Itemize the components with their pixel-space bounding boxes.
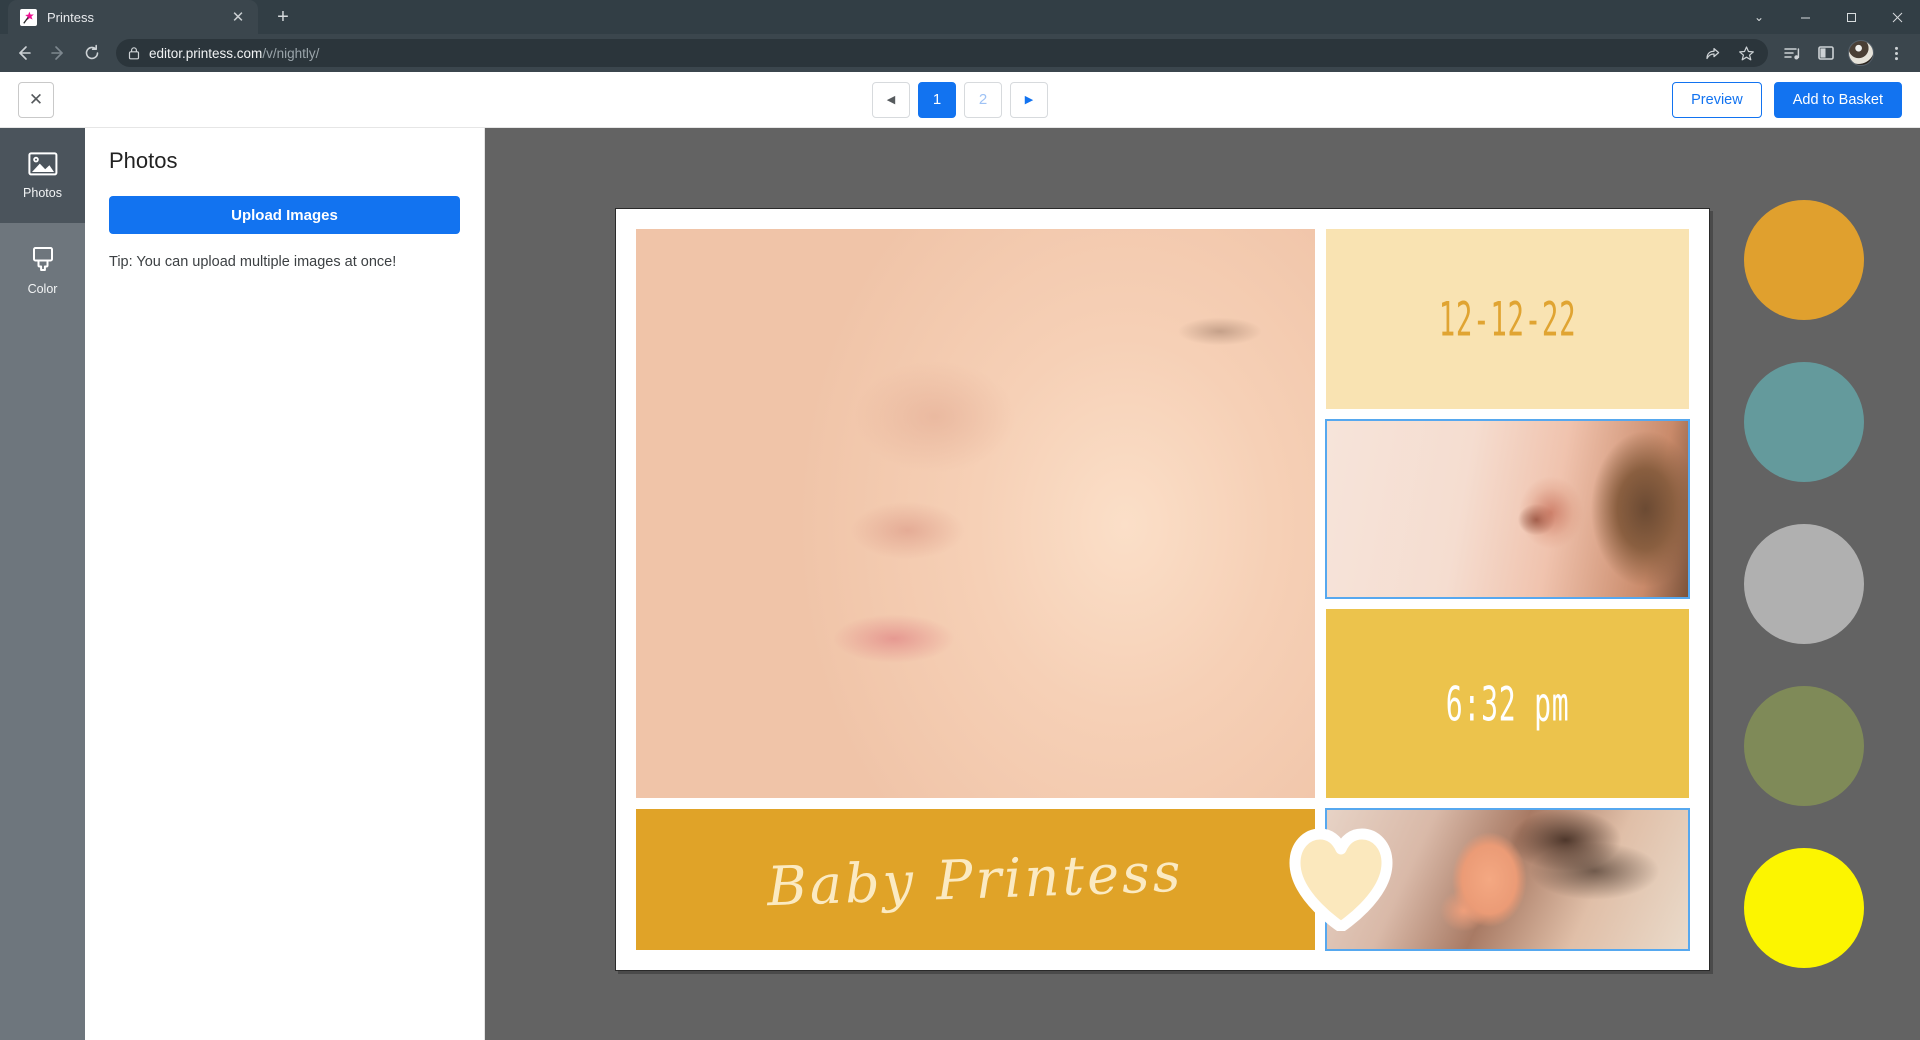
- design-canvas-area[interactable]: 12-12-22 6:32 pm Baby Printess: [485, 128, 1920, 1040]
- window-controls: ⌄: [1736, 0, 1920, 34]
- page-next-button[interactable]: ▶: [1010, 81, 1048, 118]
- date-text: 12-12-22: [1438, 291, 1577, 347]
- window-chevron-icon[interactable]: ⌄: [1736, 0, 1782, 34]
- editor-body: Photos Color Photos Upload Images Tip: Y…: [0, 128, 1920, 1040]
- browser-tabstrip: Printess ✕ + ⌄: [0, 0, 1920, 34]
- share-icon[interactable]: [1696, 37, 1728, 69]
- page-prev-button[interactable]: ◀: [872, 81, 910, 118]
- date-text-frame[interactable]: 12-12-22: [1326, 229, 1689, 409]
- header-actions: Preview Add to Basket: [1672, 81, 1902, 118]
- sidebar-item-photos-label: Photos: [23, 186, 62, 200]
- time-text: 6:32 pm: [1445, 676, 1570, 731]
- window-maximize-button[interactable]: [1828, 0, 1874, 34]
- reading-list-icon[interactable]: [1776, 37, 1808, 69]
- sidebar-panel-icon[interactable]: [1810, 37, 1842, 69]
- time-text-frame[interactable]: 6:32 pm: [1326, 609, 1689, 798]
- photos-panel: Photos Upload Images Tip: You can upload…: [85, 128, 485, 1040]
- swatch-olive[interactable]: [1744, 686, 1864, 806]
- profile-avatar[interactable]: [1848, 40, 1874, 66]
- color-swatch-strip: [1744, 128, 1864, 1040]
- browser-chrome: Printess ✕ + ⌄ editor.printess.com/v/nig…: [0, 0, 1920, 72]
- editor-sidebar-rail: Photos Color: [0, 128, 85, 1040]
- browser-toolbar: editor.printess.com/v/nightly/: [0, 34, 1920, 72]
- forward-arrow-icon[interactable]: [42, 37, 74, 69]
- swatch-amber[interactable]: [1744, 200, 1864, 320]
- url-host: editor.printess.com: [149, 45, 263, 61]
- sidebar-item-photos[interactable]: Photos: [0, 128, 85, 223]
- photo-icon: [27, 151, 58, 177]
- preview-button[interactable]: Preview: [1672, 81, 1762, 118]
- page-navigation: ◀ 1 2 ▶: [872, 81, 1048, 118]
- page-button-1[interactable]: 1: [918, 81, 956, 118]
- design-bottom-row: Baby Printess: [636, 808, 1690, 951]
- page-button-2[interactable]: 2: [964, 81, 1002, 118]
- baby-face-photo[interactable]: [636, 229, 1315, 798]
- omnibox-right-icons: [1696, 37, 1762, 69]
- reload-icon[interactable]: [76, 37, 108, 69]
- upload-images-button[interactable]: Upload Images: [109, 196, 460, 234]
- lock-icon: [128, 46, 140, 60]
- back-arrow-icon[interactable]: [8, 37, 40, 69]
- printess-star-icon: [20, 8, 37, 26]
- tab-close-icon[interactable]: ✕: [228, 7, 248, 27]
- address-bar[interactable]: editor.printess.com/v/nightly/: [116, 39, 1768, 67]
- baby-ear-photo-image: [1326, 420, 1689, 598]
- new-tab-button[interactable]: +: [266, 2, 300, 32]
- bookmark-star-icon[interactable]: [1730, 37, 1762, 69]
- browser-tab-title: Printess: [47, 9, 94, 25]
- baby-face-photo-image: [636, 229, 1315, 798]
- swatch-teal[interactable]: [1744, 362, 1864, 482]
- swatch-yellow[interactable]: [1744, 848, 1864, 968]
- address-bar-url: editor.printess.com/v/nightly/: [149, 46, 1687, 61]
- window-close-button[interactable]: [1874, 0, 1920, 34]
- editor-close-button[interactable]: ✕: [18, 81, 54, 118]
- browser-tab-printess[interactable]: Printess ✕: [8, 0, 258, 34]
- editor-header: ✕ ◀ 1 2 ▶ Preview Add to Basket: [0, 72, 1920, 128]
- name-text-frame[interactable]: Baby Printess: [636, 809, 1315, 950]
- design-page-wrapper: 12-12-22 6:32 pm Baby Printess: [615, 208, 1710, 971]
- swatch-gray[interactable]: [1744, 524, 1864, 644]
- baby-ear-photo[interactable]: [1325, 419, 1690, 599]
- design-top-row: 12-12-22 6:32 pm: [636, 229, 1690, 798]
- printess-editor-app: ✕ ◀ 1 2 ▶ Preview Add to Basket Photos C…: [0, 72, 1920, 1040]
- upload-tip-text: Tip: You can upload multiple images at o…: [109, 254, 397, 270]
- add-to-basket-button[interactable]: Add to Basket: [1773, 81, 1902, 118]
- name-text: Baby Printess: [766, 840, 1185, 919]
- design-right-column: 12-12-22 6:32 pm: [1325, 229, 1690, 798]
- paint-bucket-icon: [29, 245, 57, 273]
- window-minimize-button[interactable]: [1782, 0, 1828, 34]
- sidebar-item-color[interactable]: Color: [0, 223, 85, 318]
- heart-shape-icon[interactable]: [1287, 827, 1395, 931]
- more-menu-icon[interactable]: [1880, 37, 1912, 69]
- sidebar-item-color-label: Color: [27, 282, 58, 296]
- url-path: /v/nightly/: [262, 45, 320, 61]
- design-page[interactable]: 12-12-22 6:32 pm Baby Printess: [615, 208, 1710, 971]
- panel-title: Photos: [109, 148, 178, 173]
